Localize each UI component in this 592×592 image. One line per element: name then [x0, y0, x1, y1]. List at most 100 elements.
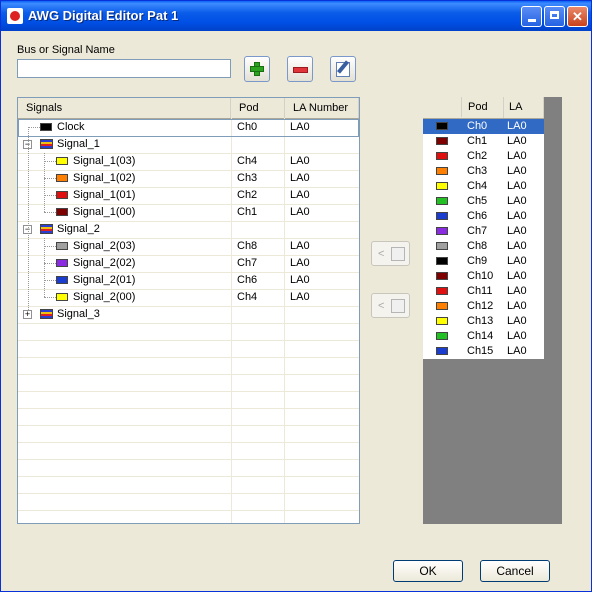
column-header-channel-pod[interactable]: Pod	[462, 97, 504, 118]
signal-name: Signal_2(02)	[73, 257, 136, 269]
tree-connector	[28, 127, 29, 310]
signal-la-number: LA0	[290, 257, 310, 269]
add-button[interactable]	[244, 56, 270, 82]
channel-panel[interactable]: Pod LA Ch0 LA0 Ch1 LA0 Ch2 LA0 Ch3 LA0 Ch4 LA0 Ch5…	[423, 97, 562, 524]
channel-row[interactable]: Ch14 LA0	[423, 329, 544, 344]
chevron-left-icon: <	[378, 248, 385, 260]
empty-row	[18, 340, 359, 358]
channel-row[interactable]: Ch1 LA0	[423, 134, 544, 149]
column-header-pod[interactable]: Pod	[231, 98, 285, 118]
channel-row[interactable]: Ch0 LA0	[423, 119, 544, 134]
channel-color-swatch	[436, 332, 448, 340]
title-bar[interactable]: AWG Digital Editor Pat 1 ✕	[1, 1, 591, 31]
channel-row[interactable]: Ch15 LA0	[423, 344, 544, 359]
cancel-button[interactable]: Cancel	[480, 560, 550, 582]
channel-name: Ch15	[467, 345, 494, 357]
bus-icon	[40, 309, 53, 319]
bus-name-input[interactable]	[17, 59, 231, 78]
channel-row[interactable]: Ch12 LA0	[423, 299, 544, 314]
signal-row[interactable]: Signal_1(00) Ch1 LA0	[18, 204, 359, 222]
signal-pod: Ch0	[237, 121, 258, 133]
channel-color-swatch	[436, 122, 448, 130]
plus-icon	[250, 62, 264, 76]
column-header-la-number[interactable]: LA Number	[285, 98, 359, 118]
signal-pod: Ch2	[237, 189, 258, 201]
channel-row[interactable]: Ch11 LA0	[423, 284, 544, 299]
channel-color-swatch	[436, 257, 448, 265]
signal-row[interactable]: Signal_2(03) Ch8 LA0	[18, 238, 359, 256]
edit-button[interactable]	[330, 56, 356, 82]
signal-row[interactable]: Signal_2(01) Ch6 LA0	[18, 272, 359, 290]
signal-name: Signal_1(01)	[73, 189, 136, 201]
channel-row[interactable]: Ch4 LA0	[423, 179, 544, 194]
edit-assign-icon	[391, 299, 405, 313]
minimize-icon	[527, 19, 536, 22]
channel-row[interactable]: Ch13 LA0	[423, 314, 544, 329]
empty-row	[18, 408, 359, 426]
tree-connector	[44, 178, 56, 179]
channel-color-swatch	[436, 347, 448, 355]
signal-name: Signal_2(01)	[73, 274, 136, 286]
channel-color-swatch	[436, 152, 448, 160]
channel-color-swatch	[436, 167, 448, 175]
channel-row[interactable]: Ch2 LA0	[423, 149, 544, 164]
channel-color-swatch	[436, 287, 448, 295]
expand-icon[interactable]: +	[23, 310, 32, 319]
signal-row[interactable]: Signal_1(03) Ch4 LA0	[18, 153, 359, 171]
empty-row	[18, 476, 359, 494]
channel-color-swatch	[436, 302, 448, 310]
tree-connector	[44, 280, 56, 281]
bus-row[interactable]: + Signal_3	[18, 306, 359, 324]
signal-color-swatch	[40, 123, 52, 131]
channel-list[interactable]: Pod LA Ch0 LA0 Ch1 LA0 Ch2 LA0 Ch3 LA0 Ch4 LA0 Ch5…	[423, 97, 544, 359]
channel-row[interactable]: Ch3 LA0	[423, 164, 544, 179]
channel-row[interactable]: Ch8 LA0	[423, 239, 544, 254]
tree-connector	[44, 212, 56, 213]
signal-la-number: LA0	[290, 274, 310, 286]
channel-color-swatch	[436, 212, 448, 220]
channel-row[interactable]: Ch10 LA0	[423, 269, 544, 284]
empty-row	[18, 374, 359, 392]
signals-grid[interactable]: Signals Pod LA Number Clock Ch0 LA0− Signal…	[17, 97, 360, 524]
column-header-channel-la[interactable]: LA	[504, 97, 544, 118]
empty-row	[18, 425, 359, 443]
tree-connector	[44, 195, 56, 196]
bus-row[interactable]: − Signal_1	[18, 136, 359, 154]
minimize-button[interactable]	[521, 6, 542, 27]
channel-row[interactable]: Ch9 LA0	[423, 254, 544, 269]
signal-name: Signal_2	[57, 223, 100, 235]
tree-connector	[44, 161, 56, 162]
signal-name: Signal_1(03)	[73, 155, 136, 167]
signal-row[interactable]: Signal_2(00) Ch4 LA0	[18, 289, 359, 307]
signal-la-number: LA0	[290, 189, 310, 201]
close-button[interactable]: ✕	[567, 6, 588, 27]
channel-row[interactable]: Ch7 LA0	[423, 224, 544, 239]
signal-row[interactable]: Signal_1(01) Ch2 LA0	[18, 187, 359, 205]
signal-row[interactable]: Clock Ch0 LA0	[18, 119, 359, 137]
column-header-color[interactable]	[423, 97, 462, 117]
maximize-button[interactable]	[544, 6, 565, 27]
assign-button[interactable]: <	[371, 241, 410, 266]
empty-row	[18, 459, 359, 477]
channel-row[interactable]: Ch6 LA0	[423, 209, 544, 224]
empty-row	[18, 442, 359, 460]
channel-row[interactable]: Ch5 LA0	[423, 194, 544, 209]
channel-list-header: Pod LA	[423, 97, 544, 119]
tree-connector	[44, 297, 56, 298]
signal-name: Signal_2(03)	[73, 240, 136, 252]
remove-button[interactable]	[287, 56, 313, 82]
signal-row[interactable]: Signal_2(02) Ch7 LA0	[18, 255, 359, 273]
edit-assign-button[interactable]: <	[371, 293, 410, 318]
ok-button[interactable]: OK	[393, 560, 463, 582]
signal-color-swatch	[56, 259, 68, 267]
bus-name-label: Bus or Signal Name	[17, 44, 115, 56]
empty-row	[18, 510, 359, 523]
signal-row[interactable]: Signal_1(02) Ch3 LA0	[18, 170, 359, 188]
chevron-left-icon: <	[378, 300, 385, 312]
column-header-signals[interactable]: Signals	[18, 98, 231, 118]
signal-pod: Ch6	[237, 274, 258, 286]
signal-pod: Ch7	[237, 257, 258, 269]
tree-connector	[44, 263, 56, 264]
bus-row[interactable]: − Signal_2	[18, 221, 359, 239]
signal-name: Signal_1	[57, 138, 100, 150]
